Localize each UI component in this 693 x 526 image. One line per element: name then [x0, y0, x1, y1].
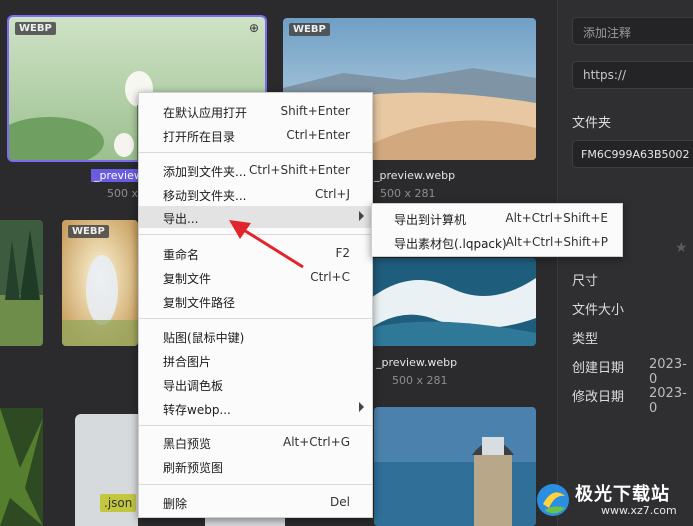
submenu-item-label: 导出素材包(.lqpack): [394, 237, 507, 251]
menu-item-pin-image[interactable]: 贴图(鼠标中键): [139, 325, 372, 347]
submenu-item-shortcut: Alt+Ctrl+Shift+E: [505, 211, 608, 225]
menu-item-shortcut: Ctrl+J: [315, 187, 350, 201]
menu-item-open-default[interactable]: 在默认应用打开 Shift+Enter: [139, 100, 372, 122]
annotation-arrow-icon: [229, 220, 304, 269]
thumbnail-caption[interactable]: _preview.webp: [374, 169, 455, 182]
thumbnail-bamboo[interactable]: [0, 408, 43, 526]
thumbnail-dimensions: 500 x 281: [380, 187, 436, 200]
wave-image: [371, 258, 536, 346]
filesize-label: 文件大小: [572, 303, 625, 318]
context-menu: 在默认应用打开 Shift+Enter 打开所在目录 Ctrl+Enter 添加…: [138, 92, 373, 518]
menu-item-label: 移动到文件夹...: [163, 189, 247, 203]
thumbnail-fairy[interactable]: WEBP: [62, 220, 138, 346]
fairy-image: [62, 220, 138, 346]
modified-date-label: 修改日期: [572, 390, 625, 405]
menu-item-label: 贴图(鼠标中键): [163, 331, 245, 345]
thumbnail-forest[interactable]: [0, 220, 43, 346]
modified-date-value: 2023-0: [649, 386, 687, 416]
folder-tag[interactable]: FM6C999A63B5002: [572, 140, 693, 168]
star-rating-icon[interactable]: ★: [675, 240, 688, 256]
menu-item-label: 黑白预览: [163, 437, 212, 451]
menu-item-shortcut: Ctrl+C: [310, 270, 350, 284]
thumbnail-dimensions: 500 x: [107, 187, 139, 200]
submenu-item-export-lqpack[interactable]: 导出素材包(.lqpack) Alt+Ctrl+Shift+P: [372, 231, 622, 253]
menu-item-label: 重命名: [163, 248, 200, 262]
menu-item-label: 复制文件路径: [163, 296, 236, 310]
submenu-arrow-icon: [359, 211, 364, 221]
bamboo-image: [0, 408, 43, 526]
menu-item-copy-path[interactable]: 复制文件路径: [139, 290, 372, 312]
export-submenu: 导出到计算机 Alt+Ctrl+Shift+E 导出素材包(.lqpack) A…: [371, 203, 623, 257]
menu-item-add-to-folder[interactable]: 添加到文件夹... Ctrl+Shift+Enter: [139, 159, 372, 181]
format-badge: WEBP: [68, 225, 109, 238]
thumbnail-json-file[interactable]: .json: [75, 414, 138, 526]
watermark-logo-icon: [537, 484, 569, 516]
thumbnail-lighthouse[interactable]: [374, 407, 536, 526]
menu-item-label: 转存webp...: [163, 403, 231, 417]
created-date-label: 创建日期: [572, 361, 625, 376]
note-input[interactable]: 添加注释: [572, 17, 693, 45]
thumbnail-dimensions: 500 x 281: [392, 374, 448, 387]
menu-item-label: 复制文件: [163, 272, 212, 286]
lighthouse-image: [374, 407, 536, 526]
submenu-item-export-to-computer[interactable]: 导出到计算机 Alt+Ctrl+Shift+E: [372, 207, 622, 229]
menu-separator: [139, 484, 372, 485]
created-date-value: 2023-0: [649, 357, 687, 387]
menu-item-delete[interactable]: 删除 Del: [139, 491, 372, 513]
menu-item-shortcut: Del: [330, 495, 350, 509]
menu-item-save-webp[interactable]: 转存webp...: [139, 397, 372, 419]
format-badge: WEBP: [289, 23, 330, 36]
menu-item-move-to-folder[interactable]: 移动到文件夹... Ctrl+J: [139, 183, 372, 205]
watermark-url: www.xz7.com: [601, 504, 677, 517]
menu-item-label: 打开所在目录: [163, 130, 236, 144]
folder-label: 文件夹: [572, 116, 612, 131]
menu-item-export-palette[interactable]: 导出调色板: [139, 373, 372, 395]
submenu-arrow-icon: [359, 402, 364, 412]
watermark-logo: 极光下载站 www.xz7.com: [533, 478, 693, 526]
menu-separator: [139, 318, 372, 319]
menu-item-label: 添加到文件夹...: [163, 165, 247, 179]
thumbnail-caption[interactable]: _preview.webp: [376, 356, 457, 369]
menu-item-refresh-preview[interactable]: 刷新预览图: [139, 455, 372, 477]
json-file-label: .json: [100, 494, 137, 512]
menu-separator: [139, 152, 372, 153]
size-label: 尺寸: [572, 274, 599, 289]
submenu-item-label: 导出到计算机: [394, 213, 467, 227]
type-label: 类型: [572, 332, 599, 347]
format-badge: WEBP: [15, 22, 56, 35]
watermark-text: 极光下载站: [575, 484, 670, 505]
menu-item-label: 在默认应用打开: [163, 106, 248, 120]
menu-item-label: 删除: [163, 497, 188, 511]
menu-item-label: 刷新预览图: [163, 461, 224, 475]
menu-separator: [139, 425, 372, 426]
menu-item-label: 拼合图片: [163, 355, 212, 369]
menu-item-shortcut: Shift+Enter: [280, 104, 350, 118]
menu-item-grayscale-preview[interactable]: 黑白预览 Alt+Ctrl+G: [139, 431, 372, 453]
zoom-icon[interactable]: ⊕: [249, 21, 259, 35]
url-input[interactable]: https://: [572, 61, 693, 89]
thumbnail-wave[interactable]: [371, 258, 536, 346]
menu-item-label: 导出...: [163, 212, 199, 226]
menu-item-shortcut: Ctrl+Shift+Enter: [249, 163, 350, 177]
menu-item-shortcut: F2: [335, 246, 350, 260]
menu-item-label: 导出调色板: [163, 379, 224, 393]
menu-item-open-folder[interactable]: 打开所在目录 Ctrl+Enter: [139, 124, 372, 146]
menu-item-shortcut: Alt+Ctrl+G: [282, 435, 350, 449]
menu-item-merge-images[interactable]: 拼合图片: [139, 349, 372, 371]
submenu-item-shortcut: Alt+Ctrl+Shift+P: [505, 235, 608, 249]
menu-item-shortcut: Ctrl+Enter: [286, 128, 350, 142]
forest-image: [0, 220, 43, 346]
